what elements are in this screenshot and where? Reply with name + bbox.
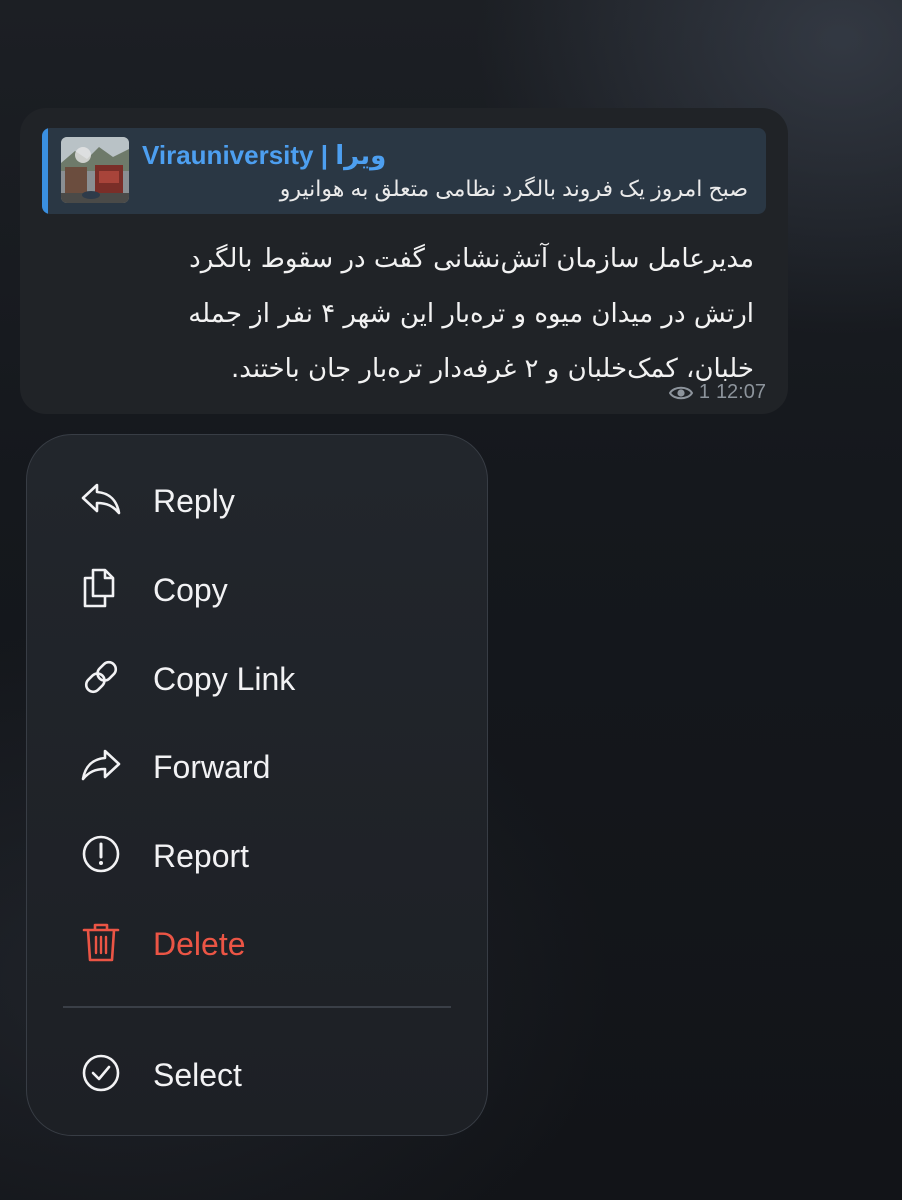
reply-thumbnail	[61, 137, 129, 203]
copy-icon	[83, 568, 115, 608]
menu-item-reply[interactable]: Reply	[27, 459, 487, 539]
reply-quote[interactable]: Virauniversity | ویرا صبح امروز یک فروند…	[42, 128, 766, 214]
view-count: 1	[698, 381, 710, 403]
link-icon	[84, 660, 118, 694]
menu-item-label: Copy	[153, 572, 228, 608]
message-line: خلبان، کمک‌خلبان و ۲ غرفه‌دار تره‌بار جا…	[230, 354, 754, 384]
report-icon	[82, 835, 120, 873]
menu-item-label: Copy Link	[153, 661, 296, 697]
message-line: مدیرعامل سازمان آتش‌نشانی گفت در سقوط با…	[189, 244, 754, 274]
message-text: مدیرعامل سازمان آتش‌نشانی گفت در سقوط با…	[34, 232, 754, 397]
menu-item-label: Select	[153, 1057, 242, 1093]
menu-divider	[63, 1006, 451, 1008]
message-meta: 1 12:07	[668, 381, 766, 404]
reply-quote-bar	[42, 128, 48, 214]
message-time: 12:07	[715, 381, 766, 403]
menu-item-copy-link[interactable]: Copy Link	[27, 637, 487, 717]
menu-item-label: Reply	[153, 483, 235, 519]
check-circle-icon	[82, 1054, 120, 1092]
context-menu: Reply Copy Copy Link Forward Report Dele…	[26, 434, 488, 1136]
menu-item-label: Forward	[153, 749, 271, 785]
menu-item-copy[interactable]: Copy	[27, 548, 487, 628]
menu-item-label: Report	[153, 838, 250, 874]
eye-icon	[668, 386, 693, 399]
menu-item-forward[interactable]: Forward	[27, 725, 487, 805]
menu-item-select[interactable]: Select	[27, 1033, 487, 1113]
menu-item-delete[interactable]: Delete	[27, 902, 487, 982]
message-bubble[interactable]: Virauniversity | ویرا صبح امروز یک فروند…	[20, 108, 788, 414]
reply-snippet: صبح امروز یک فروند بالگرد نظامی متعلق به…	[279, 176, 748, 201]
message-line: ارتش در میدان میوه و تره‌بار این شهر ۴ ن…	[188, 299, 754, 329]
forward-icon	[81, 749, 121, 781]
reply-channel-name: Virauniversity | ویرا	[142, 140, 387, 170]
menu-item-report[interactable]: Report	[27, 814, 487, 894]
reply-icon	[81, 483, 121, 515]
menu-item-label: Delete	[153, 926, 246, 962]
trash-icon	[82, 923, 120, 962]
